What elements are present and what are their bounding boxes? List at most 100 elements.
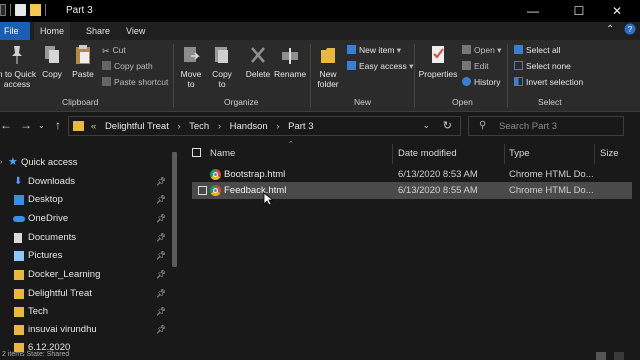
- copy-path-button[interactable]: Copy path: [102, 60, 153, 72]
- pin-icon[interactable]: 📌︎: [156, 285, 166, 303]
- back-arrow-icon[interactable]: ←: [0, 118, 12, 132]
- sidebar-item-documents[interactable]: Documents 📌︎: [0, 229, 172, 247]
- sidebar-item-docker-learning[interactable]: Docker_Learning 📌︎: [0, 266, 172, 284]
- pin-icon[interactable]: 📌︎: [156, 266, 166, 284]
- breadcrumb-part-3[interactable]: Part 3: [288, 121, 313, 132]
- search-input[interactable]: Search Part 3: [499, 121, 557, 132]
- new-item-button[interactable]: New item ▾: [347, 44, 401, 56]
- tab-file[interactable]: File: [0, 22, 30, 40]
- pin-icon[interactable]: 📌︎: [156, 321, 166, 339]
- expand-chevron-icon[interactable]: ›: [0, 154, 2, 172]
- history-button[interactable]: History: [462, 76, 500, 88]
- copy-button[interactable]: Copy: [40, 44, 64, 79]
- open-label: Open: [474, 45, 495, 55]
- column-divider[interactable]: [392, 144, 393, 164]
- pin-icon[interactable]: 📌︎: [156, 173, 166, 191]
- edit-button[interactable]: Edit: [462, 60, 489, 72]
- sidebar-item-downloads[interactable]: ⬇ Downloads 📌︎: [0, 173, 172, 191]
- column-header-type[interactable]: Type: [509, 144, 530, 164]
- column-header-date-modified[interactable]: Date modified: [398, 144, 457, 164]
- easy-access-button[interactable]: Easy access ▾: [347, 60, 413, 72]
- properties-button[interactable]: Properties: [418, 44, 458, 79]
- column-header-size[interactable]: Size: [600, 144, 618, 164]
- scissors-icon: ✂: [102, 46, 110, 56]
- sidebar-item-onedrive[interactable]: OneDrive 📌︎: [0, 210, 172, 228]
- rename-button[interactable]: Rename: [274, 44, 306, 79]
- breadcrumb-delightful-treat[interactable]: Delightful Treat: [105, 121, 169, 132]
- tab-share[interactable]: Share: [80, 22, 116, 40]
- properties-icon: [432, 46, 444, 63]
- address-bar[interactable]: « Delightful Treat › Tech › Handson › Pa…: [68, 116, 461, 136]
- pin-icon[interactable]: 📌︎: [156, 229, 166, 247]
- open-button[interactable]: Open ▾: [462, 44, 501, 56]
- paste-button[interactable]: Paste: [70, 44, 96, 79]
- select-all-checkbox[interactable]: [192, 148, 201, 157]
- select-none-button[interactable]: Select none: [514, 60, 571, 72]
- clipboard-group-label: Clipboard: [62, 97, 99, 107]
- close-button[interactable]: ✕: [594, 0, 640, 22]
- tab-view[interactable]: View: [120, 22, 151, 40]
- select-all-icon: [514, 45, 523, 54]
- move-to-button[interactable]: Move to: [176, 44, 206, 89]
- quick-access[interactable]: › ★ Quick access: [0, 154, 172, 172]
- breadcrumb-overflow[interactable]: «: [91, 121, 96, 132]
- forward-arrow-icon[interactable]: →: [20, 118, 32, 132]
- column-divider[interactable]: [504, 144, 505, 164]
- recent-locations-icon[interactable]: ⌄: [38, 121, 45, 130]
- pin-to-quick-access-button[interactable]: n to Quick access: [0, 44, 40, 89]
- breadcrumb-separator[interactable]: ›: [177, 121, 180, 132]
- sidebar-item-insuvai-virundhu[interactable]: insuvai virundhu 📌︎: [0, 321, 172, 339]
- sidebar-item-delightful-treat[interactable]: Delightful Treat 📌︎: [0, 285, 172, 303]
- copy-path-icon: [102, 61, 111, 70]
- chevron-up-icon[interactable]: ⌃: [606, 24, 614, 35]
- cloud-icon: [13, 216, 25, 222]
- properties-quick-icon[interactable]: [15, 4, 26, 16]
- tab-home[interactable]: Home: [34, 22, 71, 40]
- edit-label: Edit: [474, 61, 489, 71]
- breadcrumb-handson[interactable]: Handson: [230, 121, 268, 132]
- details-view-icon[interactable]: [596, 352, 606, 360]
- window-menu-icon[interactable]: [0, 4, 6, 16]
- quick-access-toolbar: [0, 4, 46, 16]
- chevron-down-icon[interactable]: ⌄: [422, 120, 430, 131]
- pin-icon[interactable]: 📌︎: [156, 303, 166, 321]
- breadcrumb-separator[interactable]: ›: [218, 121, 221, 132]
- column-divider[interactable]: [594, 144, 595, 164]
- move-to-icon: [184, 47, 200, 62]
- table-row[interactable]: Feedback.html 6/13/2020 8:55 AM Chrome H…: [192, 182, 632, 199]
- pin-icon[interactable]: 📌︎: [156, 210, 166, 228]
- select-all-button[interactable]: Select all: [514, 44, 561, 56]
- sidebar-item-tech[interactable]: Tech 📌︎: [0, 303, 172, 321]
- sidebar-item-pictures[interactable]: Pictures 📌︎: [0, 247, 172, 265]
- search-box[interactable]: ⚲ Search Part 3: [468, 116, 624, 136]
- column-header-name[interactable]: Name: [210, 144, 235, 164]
- breadcrumb-separator[interactable]: ›: [276, 121, 279, 132]
- refresh-icon[interactable]: ↻: [443, 119, 452, 132]
- help-icon[interactable]: ?: [624, 23, 636, 38]
- sidebar-item-desktop[interactable]: Desktop 📌︎: [0, 191, 172, 209]
- file-list: Name ⌃ Date modified Type Size Bootstrap…: [180, 140, 640, 352]
- paste-shortcut-button[interactable]: Paste shortcut: [102, 76, 168, 88]
- new-folder-button[interactable]: New folder: [313, 44, 343, 89]
- row-checkbox[interactable]: [198, 186, 207, 195]
- invert-selection-button[interactable]: Invert selection: [514, 76, 583, 88]
- large-icons-view-icon[interactable]: [614, 352, 624, 360]
- easy-access-icon: [347, 61, 356, 70]
- paste-icon: [76, 45, 90, 64]
- pin-icon[interactable]: 📌︎: [156, 247, 166, 265]
- nav-pane-scrollbar[interactable]: [172, 152, 177, 267]
- new-item-icon: [347, 45, 356, 54]
- pin-icon[interactable]: 📌︎: [156, 191, 166, 209]
- easy-access-label: Easy access: [359, 61, 407, 71]
- cut-button[interactable]: ✂ Cut: [102, 44, 126, 56]
- copy-to-button[interactable]: Copy to: [208, 44, 236, 89]
- up-arrow-icon[interactable]: ↑: [55, 118, 61, 132]
- breadcrumb-tech[interactable]: Tech: [189, 121, 209, 132]
- table-row[interactable]: Bootstrap.html 6/13/2020 8:53 AM Chrome …: [192, 166, 632, 183]
- cut-label: Cut: [112, 45, 126, 55]
- new-folder-quick-icon[interactable]: [30, 4, 41, 16]
- minimize-button[interactable]: —: [510, 0, 556, 22]
- delete-button[interactable]: Delete: [242, 44, 274, 79]
- move-to-label: Move to: [180, 69, 202, 89]
- file-date: 6/13/2020 8:55 AM: [398, 185, 478, 196]
